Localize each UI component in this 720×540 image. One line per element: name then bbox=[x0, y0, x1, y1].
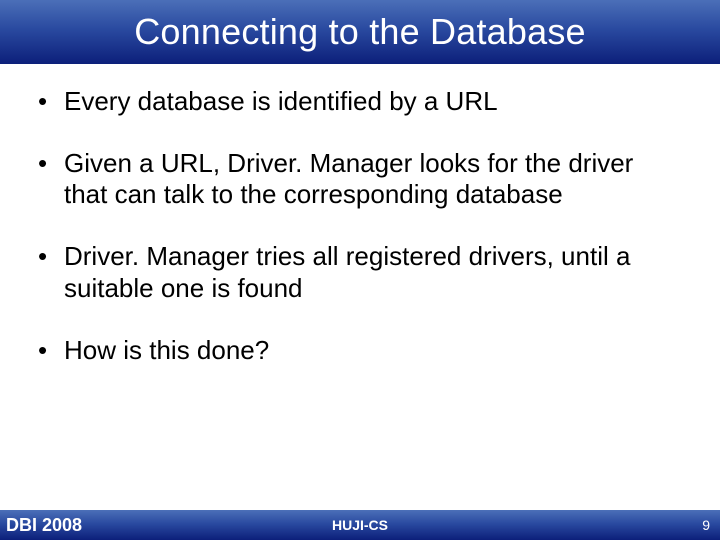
slide: Connecting to the Database Every databas… bbox=[0, 0, 720, 540]
footer-center-text: HUJI-CS bbox=[332, 517, 388, 533]
page-number: 9 bbox=[702, 517, 710, 533]
slide-body: Every database is identified by a URL Gi… bbox=[0, 64, 720, 510]
bullet-list: Every database is identified by a URL Gi… bbox=[38, 86, 682, 366]
slide-title: Connecting to the Database bbox=[134, 11, 586, 53]
bullet-item: Every database is identified by a URL bbox=[38, 86, 682, 118]
footer-bar: DBI 2008 HUJI-CS 9 bbox=[0, 510, 720, 540]
footer-left-text: DBI 2008 bbox=[0, 515, 82, 536]
title-bar: Connecting to the Database bbox=[0, 0, 720, 64]
bullet-item: Given a URL, Driver. Manager looks for t… bbox=[38, 148, 682, 211]
bullet-item: How is this done? bbox=[38, 335, 682, 367]
bullet-item: Driver. Manager tries all registered dri… bbox=[38, 241, 682, 304]
